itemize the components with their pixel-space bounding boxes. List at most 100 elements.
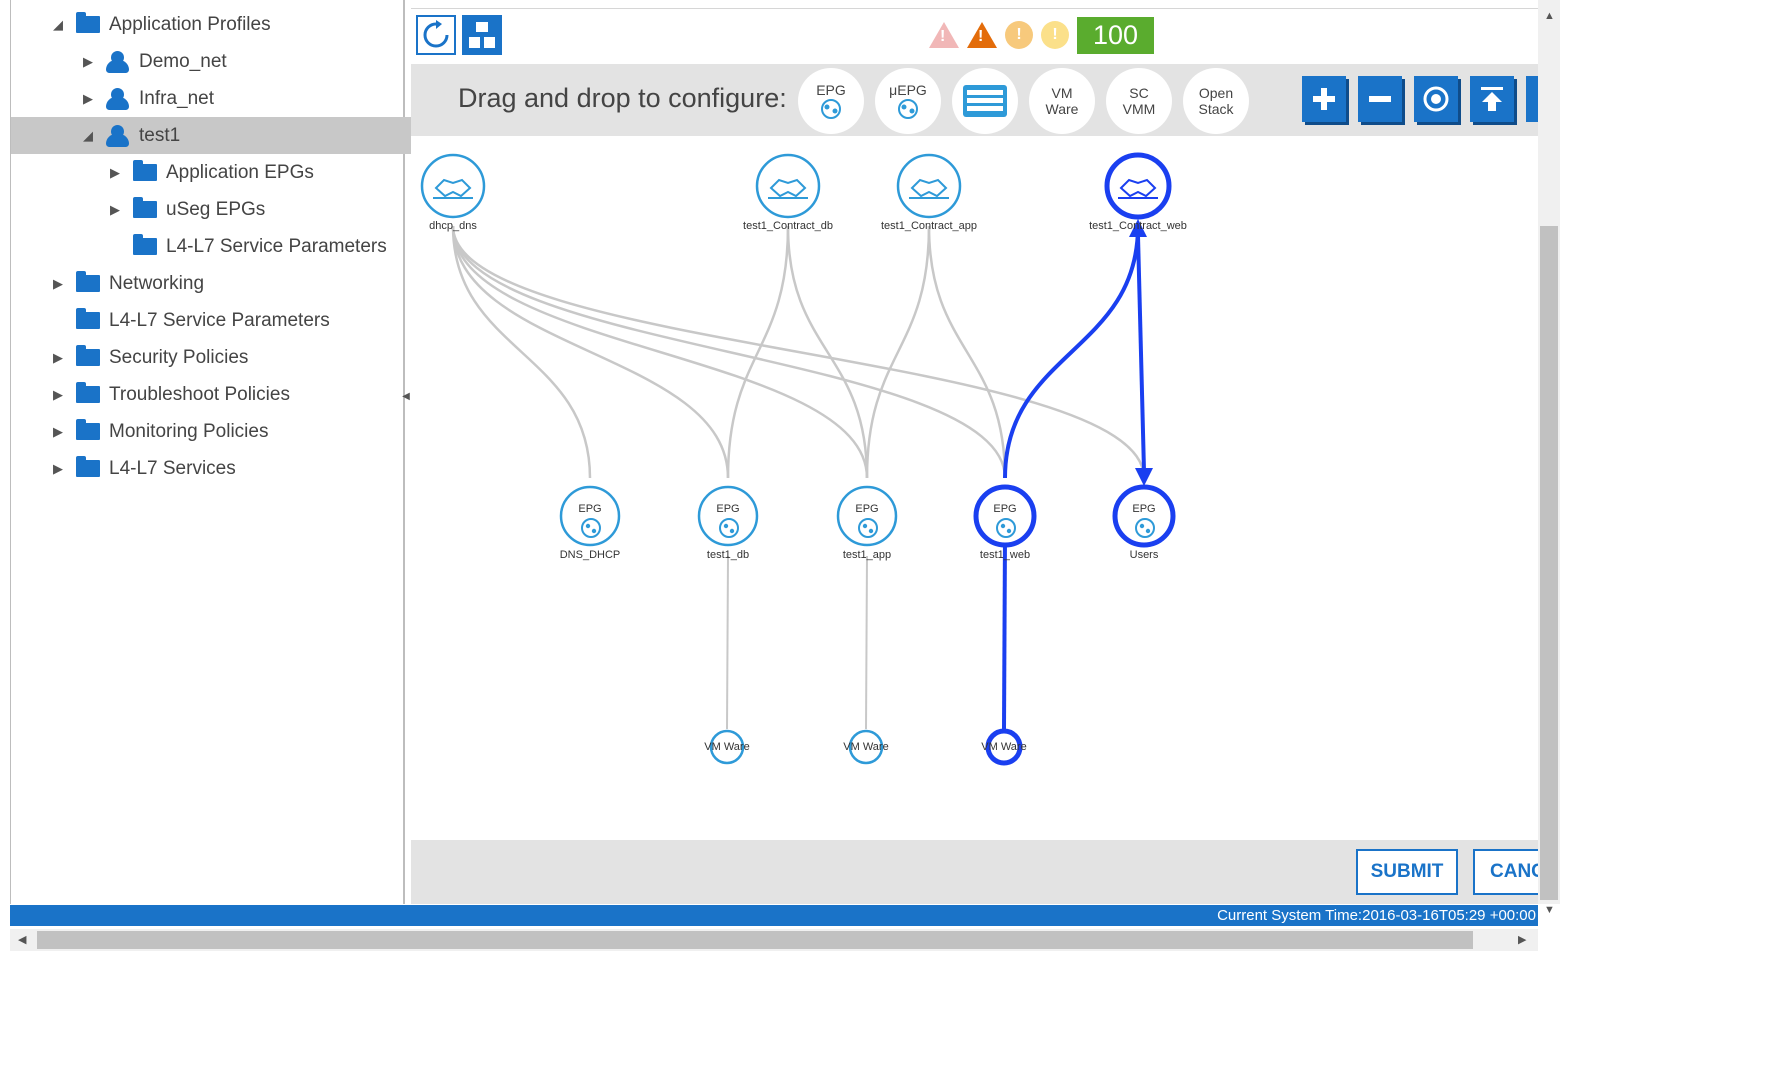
cancel-button[interactable]: CANC — [1473, 849, 1538, 895]
folder-icon — [75, 419, 101, 443]
expand-toggle-icon[interactable]: ▶ — [51, 387, 65, 403]
epg-tag: EPG — [716, 503, 739, 515]
health-score-badge[interactable]: 100 — [1077, 16, 1154, 54]
tree-item-label: Infra_net — [139, 87, 214, 109]
expand-toggle-icon[interactable]: ▶ — [51, 276, 65, 292]
tree-item[interactable]: ▶ Monitoring Policies — [11, 413, 441, 450]
palette-item[interactable]: VM Ware — [1029, 68, 1095, 134]
scroll-left-icon[interactable]: ◀ — [18, 933, 26, 946]
top-icon[interactable] — [1470, 76, 1514, 122]
epg-label: test1_db — [707, 549, 749, 561]
tree-item-label: Application EPGs — [166, 161, 314, 183]
vertical-scroll-thumb[interactable] — [1540, 226, 1558, 900]
tree-item[interactable]: ◢ Application Profiles — [11, 6, 441, 43]
palette-item[interactable]: EPG — [798, 68, 864, 134]
top-toolbar: ! ! ! ! 100 — [411, 8, 1538, 65]
highlighted-link — [1136, 235, 1146, 472]
app-profile-icon — [105, 124, 131, 147]
tree-item-label: Monitoring Policies — [109, 420, 269, 442]
tree-item[interactable]: ◢ test1 — [11, 117, 471, 154]
zoom-in-icon[interactable] — [1302, 76, 1346, 122]
fit-icon[interactable] — [1414, 76, 1458, 122]
horizontal-scroll-thumb[interactable] — [37, 931, 1473, 949]
palette-item-label: EPG — [816, 82, 846, 98]
tree-item[interactable]: ▶ Troubleshoot Policies — [11, 376, 441, 413]
contract-node — [755, 153, 821, 219]
expand-toggle-icon[interactable]: ◢ — [51, 17, 65, 33]
epg-icon-dot — [723, 523, 729, 529]
epg-icon-dot — [1145, 528, 1151, 534]
zoom-out-icon[interactable] — [1358, 76, 1402, 122]
epg-icon-dot — [585, 523, 591, 529]
vertical-scrollbar[interactable]: ▲ ▼ — [1538, 0, 1560, 916]
palette-item[interactable] — [952, 68, 1018, 134]
contract-link — [451, 225, 730, 479]
palette-item[interactable]: SC VMM — [1106, 68, 1172, 134]
tree-item-label: L4-L7 Services — [109, 457, 236, 479]
contract-link — [451, 225, 1146, 479]
critical-fault-icon[interactable]: ! — [929, 22, 959, 48]
vmm-label: VM Ware — [843, 741, 888, 753]
contract-label: dhcp_dns — [429, 220, 477, 232]
horizontal-scrollbar[interactable]: ◀ ▶ — [10, 929, 1538, 951]
expand-toggle-icon[interactable]: ◢ — [81, 128, 95, 144]
tree-item[interactable]: ▶ Networking — [11, 265, 441, 302]
submit-button[interactable]: SUBMIT — [1356, 849, 1458, 895]
collapse-panel-handle[interactable]: ◀ — [402, 385, 410, 409]
expand-toggle-icon[interactable]: ▶ — [51, 461, 65, 477]
refresh-icon[interactable] — [416, 15, 456, 55]
tree-item[interactable]: L4-L7 Service Parameters — [11, 302, 441, 339]
tree-item[interactable]: ▶ L4-L7 Services — [11, 450, 441, 487]
minor-fault-icon[interactable]: ! — [1005, 21, 1033, 49]
tree-item-label: Demo_net — [139, 50, 227, 72]
app-profile-icon — [105, 50, 131, 73]
expand-toggle-icon[interactable]: ▶ — [81, 91, 95, 107]
fault-counters: ! ! ! ! 100 — [929, 15, 1154, 55]
palette-item-label: Open — [1198, 85, 1234, 101]
arrow-head — [1135, 468, 1153, 486]
scroll-down-icon[interactable]: ▼ — [1544, 904, 1555, 916]
topology-layout-icon[interactable] — [462, 15, 502, 55]
status-bar: Current System Time:2016-03-16T05:29 +00… — [10, 905, 1538, 926]
epg-icon-dot — [1000, 523, 1006, 529]
tree-item[interactable]: ▶ Demo_net — [11, 43, 471, 80]
palette-item[interactable]: μEPG — [875, 68, 941, 134]
warning-fault-icon[interactable]: ! — [1041, 21, 1069, 49]
epg-icon-dot — [591, 528, 597, 534]
topology-canvas[interactable]: dhcp_dns test1_Contract_db test1_Contract_… — [411, 136, 1538, 840]
vmm-label: VM Ware — [981, 741, 1026, 753]
folder-icon — [132, 234, 158, 258]
palette-item-label: μEPG — [889, 82, 927, 98]
contract-label: test1_Contract_db — [743, 220, 833, 232]
tree-item[interactable]: ▶ Security Policies — [11, 339, 441, 376]
contract-node — [1104, 152, 1172, 220]
folder-icon — [75, 382, 101, 406]
expand-toggle-icon[interactable]: ▶ — [51, 424, 65, 440]
tree-item[interactable]: ▶ Infra_net — [11, 80, 471, 117]
tree-item-label: test1 — [139, 124, 181, 146]
system-time: Current System Time:2016-03-16T05:29 +00… — [1217, 907, 1536, 924]
epg-icon-dot — [729, 528, 735, 534]
expand-toggle-icon[interactable]: ▶ — [108, 165, 122, 181]
epg-tag: EPG — [855, 503, 878, 515]
expand-toggle-icon[interactable]: ▶ — [81, 54, 95, 70]
palette-item-label: VM — [1051, 85, 1073, 101]
expand-toggle-icon[interactable]: ▶ — [51, 350, 65, 366]
epg-glyph-icon — [898, 99, 918, 119]
navigation-tree: ◢ Application Profiles ▶ Demo_net ▶ Infra_net… — [10, 0, 471, 904]
contract-node — [420, 153, 486, 219]
contract-label: test1_Contract_app — [881, 220, 977, 232]
scroll-right-icon[interactable]: ▶ — [1518, 933, 1526, 946]
epg-icon-dot — [868, 528, 874, 534]
contract-link — [865, 225, 931, 479]
tree-item-label: Security Policies — [109, 346, 249, 368]
expand-toggle-icon[interactable]: ▶ — [108, 202, 122, 218]
more-icon[interactable] — [1526, 76, 1538, 122]
contract-link — [927, 225, 1007, 479]
footer-bar: SUBMIT CANC — [411, 840, 1538, 904]
topology-graph[interactable]: dhcp_dns test1_Contract_db test1_Contract_… — [411, 136, 1538, 840]
palette-item[interactable]: Open Stack — [1183, 68, 1249, 134]
scroll-up-icon[interactable]: ▲ — [1544, 10, 1555, 22]
major-fault-icon[interactable]: ! — [967, 22, 997, 48]
palette-item-sublabel: Ware — [1045, 101, 1079, 117]
